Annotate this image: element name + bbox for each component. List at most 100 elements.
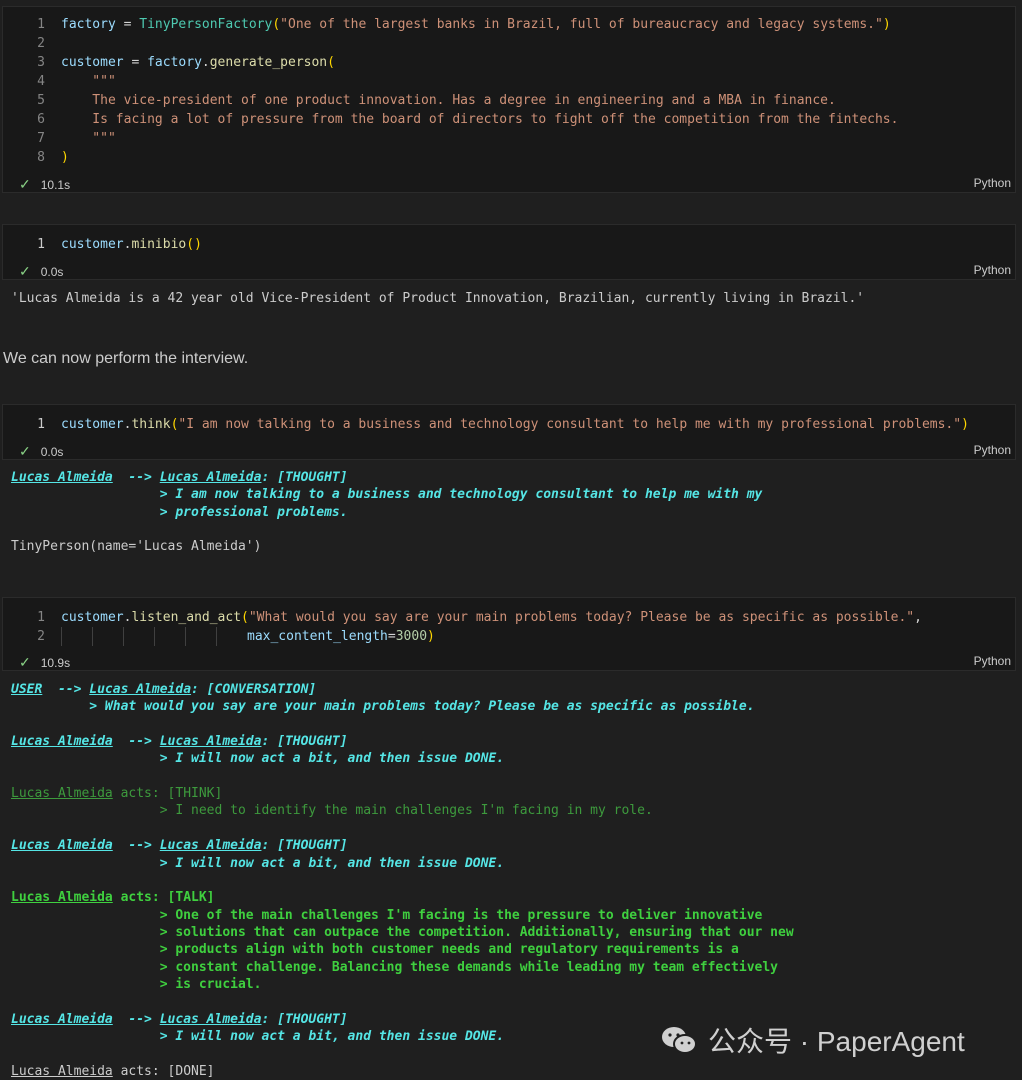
code-token: """ — [61, 74, 116, 89]
success-check-icon: ✓ — [19, 654, 31, 670]
code-token: think — [131, 417, 171, 432]
code-line[interactable]: 8) — [3, 148, 69, 167]
success-check-icon: ✓ — [19, 263, 31, 279]
cell-2-language[interactable]: Python — [974, 263, 1011, 277]
output-line: Lucas Almeida acts: [TALK] — [11, 889, 215, 906]
output-line: USER --> Lucas Almeida: [CONVERSATION] — [11, 681, 316, 698]
cell-1-status: ✓ 10.1s — [19, 176, 70, 193]
code-cell-2[interactable]: 1 customer.minibio() ✓ 0.0s Python — [2, 224, 1016, 280]
output-line: Lucas Almeida --> Lucas Almeida: [THOUGH… — [11, 469, 348, 486]
agent-name: Lucas Almeida — [89, 682, 192, 697]
code-line[interactable]: 6 Is facing a lot of pressure from the b… — [3, 110, 898, 129]
code-token: = — [123, 55, 148, 70]
output-text: --> — [112, 838, 160, 854]
line-number: 6 — [37, 112, 45, 127]
output-line: > products align with both customer need… — [11, 941, 739, 958]
agent-name: Lucas Almeida — [11, 890, 113, 906]
code-token: factory — [147, 55, 202, 70]
output-text: > I am now talking to a business and tec… — [11, 487, 763, 503]
indent-guide — [123, 627, 154, 646]
cell-3-status: ✓ 0.0s — [19, 443, 63, 460]
success-check-icon: ✓ — [19, 443, 31, 459]
output-text: --> — [112, 470, 160, 485]
output-text: > I will now act a bit, and then issue D… — [11, 751, 505, 767]
code-token: """ — [61, 131, 116, 146]
code-line[interactable]: 1 customer.minibio() — [3, 235, 202, 254]
output-line: > constant challenge. Balancing these de… — [11, 959, 778, 976]
code-token: generate_person — [209, 55, 328, 70]
line-number: 1 — [37, 610, 45, 625]
output-text: acts: [THINK] — [112, 786, 223, 802]
indent-guide — [216, 627, 247, 646]
code-cell-1[interactable]: 1 factory = TinyPersonFactory("One of the… — [2, 6, 1016, 193]
output-line: > I will now act a bit, and then issue D… — [11, 855, 504, 872]
success-check-icon: ✓ — [19, 176, 31, 192]
line-number: 2 — [37, 629, 45, 644]
code-token: "One of the largest banks in Brazil, ful… — [280, 17, 883, 32]
indent-guide — [154, 627, 185, 646]
code-token: 3000 — [395, 629, 428, 644]
output-line: > I will now act a bit, and then issue D… — [11, 750, 504, 767]
cell-3-exec-time: 0.0s — [40, 445, 64, 459]
code-line[interactable]: 5 The vice-president of one product inno… — [3, 91, 836, 110]
cell-1-language[interactable]: Python — [974, 176, 1011, 190]
output-text: acts: [DONE] — [112, 1063, 215, 1079]
agent-name: Lucas Almeida — [159, 734, 262, 750]
code-token: customer — [61, 237, 124, 252]
cell-3-language[interactable]: Python — [974, 443, 1011, 457]
cell-4-language[interactable]: Python — [974, 654, 1011, 668]
code-line[interactable]: 2 max_content_length=3000) — [3, 627, 435, 646]
code-token: Is facing a lot of pressure from the boa… — [61, 112, 899, 127]
indent-guide — [185, 627, 216, 646]
output-text: > I will now act a bit, and then issue D… — [11, 855, 505, 871]
output-line: > I will now act a bit, and then issue D… — [11, 1028, 504, 1045]
line-number: 7 — [37, 131, 45, 146]
line-number: 5 — [37, 93, 45, 108]
code-line[interactable]: 1 customer.listen_and_act("What would you… — [3, 608, 922, 627]
cell-2-output: 'Lucas Almeida is a 42 year old Vice-Pre… — [11, 291, 865, 306]
line-number: 1 — [37, 417, 45, 432]
cell-2-exec-time: 0.0s — [40, 265, 64, 279]
code-token: "I am now talking to a business and tech… — [178, 417, 962, 432]
code-cell-4[interactable]: 1 customer.listen_and_act("What would you… — [2, 597, 1016, 671]
indent-guide — [92, 627, 123, 646]
code-line[interactable]: 1 customer.think("I am now talking to a b… — [3, 415, 969, 434]
output-line: > is crucial. — [11, 976, 262, 993]
line-number: 4 — [37, 74, 45, 89]
code-token: customer — [61, 417, 124, 432]
output-line: > One of the main challenges I'm facing … — [11, 907, 763, 924]
line-number: 1 — [37, 17, 45, 32]
agent-name: Lucas Almeida — [11, 470, 113, 485]
output-line: TinyPerson(name='Lucas Almeida') — [11, 538, 261, 555]
output-text: > is crucial. — [11, 976, 262, 992]
code-token: ( — [327, 55, 335, 70]
agent-name: Lucas Almeida — [11, 1063, 113, 1079]
code-line[interactable]: 7 """ — [3, 129, 116, 148]
code-token: max_content_length — [247, 629, 388, 644]
output-line: > I am now talking to a business and tec… — [11, 486, 763, 503]
code-token: ) — [882, 17, 891, 32]
code-token: "What would you say are your main proble… — [248, 610, 915, 625]
output-line: > solutions that can outpace the competi… — [11, 924, 794, 941]
code-token: () — [186, 237, 202, 252]
code-line[interactable]: 4 """ — [3, 72, 116, 91]
output-text: : [THOUGHT] — [261, 734, 348, 750]
output-line: Lucas Almeida acts: [DONE] — [11, 1063, 215, 1080]
cell-1-exec-time: 10.1s — [40, 178, 71, 192]
output-line: Lucas Almeida acts: [THINK] — [11, 785, 222, 802]
agent-name: USER — [11, 682, 43, 697]
code-line[interactable]: 2 — [3, 34, 61, 53]
output-text: : [CONVERSATION] — [191, 682, 317, 697]
agent-name: Lucas Almeida — [159, 1011, 262, 1027]
code-token: ( — [241, 610, 249, 625]
code-token: TinyPersonFactory — [139, 17, 273, 32]
output-text: : [THOUGHT] — [261, 470, 348, 485]
output-text: > products align with both customer need… — [11, 942, 739, 958]
code-token: ) — [961, 417, 969, 432]
code-token: ( — [272, 17, 281, 32]
code-line[interactable]: 3 customer = factory.generate_person( — [3, 53, 335, 72]
code-cell-3[interactable]: 1 customer.think("I am now talking to a b… — [2, 404, 1016, 460]
code-line[interactable]: 1 factory = TinyPersonFactory("One of the… — [3, 15, 891, 34]
code-token: , — [914, 610, 922, 625]
code-token: customer — [61, 610, 124, 625]
